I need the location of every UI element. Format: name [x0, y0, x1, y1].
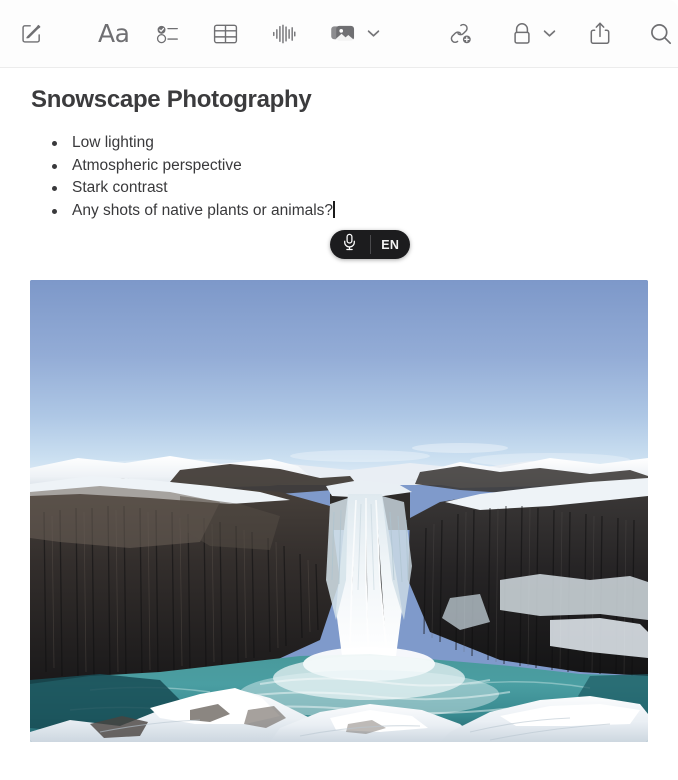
- list-item[interactable]: Atmospheric perspective: [42, 155, 648, 178]
- chevron-down-icon: [367, 29, 380, 38]
- checklist-icon: [156, 23, 180, 45]
- list-item-label: Low lighting: [72, 134, 154, 151]
- text-cursor: [333, 200, 335, 218]
- microphone-icon: [343, 233, 356, 256]
- dictation-language-button[interactable]: EN: [371, 230, 411, 259]
- search-icon: [649, 22, 673, 46]
- share-icon: [589, 21, 611, 46]
- waterfall-photo-illustration: [30, 280, 648, 742]
- list-item-label: Atmospheric perspective: [72, 156, 242, 174]
- format-aa-icon: Aa: [98, 19, 130, 48]
- dictation-language-label: EN: [381, 237, 400, 252]
- format-text-button[interactable]: Aa: [97, 14, 130, 54]
- share-button[interactable]: [584, 14, 617, 54]
- toolbar: Aa: [0, 0, 678, 68]
- media-photos-icon: [330, 22, 357, 45]
- add-link-button[interactable]: [444, 14, 477, 54]
- list-item-label: Stark contrast: [72, 179, 168, 197]
- table-button[interactable]: [209, 14, 242, 54]
- page-title: Snowscape Photography: [31, 86, 312, 113]
- dictation-mic-button[interactable]: [330, 230, 370, 259]
- lock-note-button[interactable]: [505, 14, 556, 54]
- note-attachment-photo[interactable]: [30, 280, 648, 742]
- list-item[interactable]: Low lighting: [42, 132, 648, 155]
- notes-window: Aa Snowscape Photography Low lighting At…: [0, 0, 678, 780]
- compose-icon: [20, 22, 43, 45]
- note-body[interactable]: Snowscape Photography Low lighting Atmos…: [0, 86, 678, 222]
- list-item-label: Any shots of native plants or animals?: [72, 201, 334, 219]
- list-item[interactable]: Any shots of native plants or animals?: [42, 200, 648, 223]
- search-button[interactable]: [645, 14, 678, 54]
- lock-icon: [512, 22, 532, 46]
- table-icon: [213, 23, 238, 45]
- list-item[interactable]: Stark contrast: [42, 177, 648, 200]
- checklist-button[interactable]: [152, 14, 185, 54]
- compose-note-button[interactable]: [15, 14, 48, 54]
- bullet-list[interactable]: Low lighting Atmospheric perspective Sta…: [42, 132, 648, 222]
- audio-recording-button[interactable]: [267, 14, 300, 54]
- media-button[interactable]: [325, 14, 380, 54]
- audio-waveform-icon: [271, 22, 297, 46]
- chevron-down-icon: [543, 29, 556, 38]
- dictation-popup[interactable]: EN: [330, 230, 410, 259]
- link-add-icon: [447, 22, 473, 46]
